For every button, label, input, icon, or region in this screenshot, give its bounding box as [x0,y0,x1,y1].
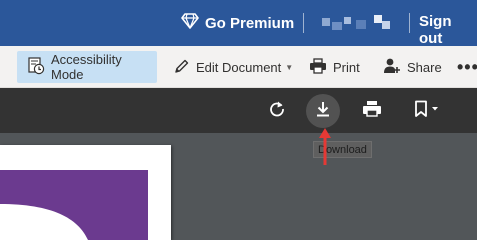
rotate-button[interactable] [260,94,294,128]
accessibility-icon [27,56,45,78]
bookmark-icon [413,100,441,123]
print-button[interactable]: Print [309,51,360,83]
sign-out-link[interactable]: Sign out [419,13,477,47]
annotation-arrow-icon [319,128,331,165]
bookmark-button[interactable] [404,94,450,128]
page-purple-graphic [0,170,148,240]
printer-icon [362,100,382,123]
download-icon [315,100,331,123]
top-bar: Go Premium Sign out [0,0,477,47]
share-label: Share [407,59,442,75]
go-premium-button[interactable]: Go Premium [181,12,294,34]
pencil-icon [174,58,190,77]
rotate-icon [268,100,286,123]
more-options-button[interactable]: ••• [457,51,477,83]
account-name-redacted[interactable] [318,13,400,33]
add-person-icon [383,57,401,78]
edit-document-button[interactable]: Edit Document ▼ [174,51,293,83]
accessibility-mode-label: Accessibility Mode [51,52,122,82]
share-button[interactable]: Share [383,51,442,83]
printer-icon [309,57,327,77]
caret-down-icon: ▼ [285,62,294,72]
accessibility-mode-button[interactable]: Accessibility Mode [17,51,157,83]
download-button[interactable] [306,94,340,128]
divider [303,13,304,33]
go-premium-label: Go Premium [205,14,295,32]
viewer-print-button[interactable] [355,94,389,128]
viewer-toolbar [0,88,477,133]
divider [409,13,410,33]
edit-document-label: Edit Document [196,59,282,75]
print-label: Print [333,59,360,75]
ribbon-toolbar: Accessibility Mode Edit Document ▼ Print [0,46,477,88]
diamond-icon [181,12,199,34]
